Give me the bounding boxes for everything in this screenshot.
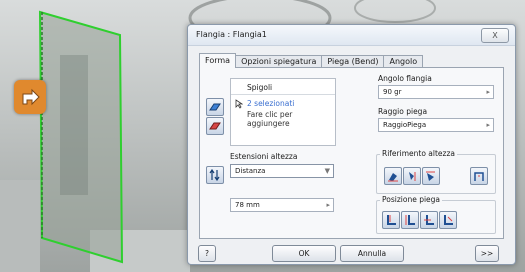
edge-select-button[interactable] (206, 98, 224, 116)
height-extents-select[interactable]: Distanza ▼ (230, 164, 334, 178)
height-value-input[interactable]: 78 mm ▸ (230, 198, 334, 212)
background-part-outline (354, 0, 436, 23)
flange-dialog: Flangia : Flangia1 X Forma Opzioni spieg… (187, 24, 516, 265)
datum-inner-icon (409, 172, 416, 181)
more-options-button[interactable]: >> (475, 245, 499, 262)
pointer-icon (235, 99, 243, 109)
bend-radius-label: Raggio piega (378, 107, 428, 116)
flange-angle-input[interactable]: 90 gr ▸ (378, 85, 494, 99)
edge-select-icon (209, 103, 221, 111)
bend-outside-icon (405, 215, 415, 225)
bend-position-2-button[interactable] (401, 211, 419, 229)
height-datum-label: Riferimento altezza (380, 149, 458, 158)
height-value: 78 mm (235, 201, 260, 209)
edges-selected-count[interactable]: 2 selezionati (247, 99, 294, 108)
dialog-titlebar[interactable]: Flangia : Flangia1 X (188, 25, 515, 46)
close-button[interactable]: X (481, 28, 509, 43)
chevron-right-icon[interactable]: ▸ (326, 199, 330, 211)
bend-radius-input[interactable]: RaggioPiega ▸ (378, 118, 494, 132)
edge-remove-button[interactable] (206, 117, 224, 135)
help-icon: ? (205, 249, 209, 258)
chevron-right-icon[interactable]: ▸ (486, 86, 490, 98)
tab-bar: Forma Opzioni spiegatura Piega (Bend) An… (199, 53, 424, 68)
datum-option-2-button[interactable] (403, 167, 421, 185)
bend-position-1-button[interactable] (382, 211, 400, 229)
flange-angle-label: Angolo flangia (378, 74, 432, 83)
dialog-title: Flangia : Flangia1 (196, 30, 267, 39)
height-extents-value: Distanza (235, 167, 266, 175)
datum-option-3-button[interactable] (422, 167, 440, 185)
tab-forma[interactable]: Forma (199, 53, 237, 68)
flange-shadow (60, 55, 88, 195)
datum-option-1-button[interactable] (384, 167, 402, 185)
edge-remove-icon (209, 122, 221, 130)
direction-arrow-icon[interactable] (14, 80, 46, 114)
chevron-down-icon[interactable]: ▼ (325, 165, 330, 177)
edges-list[interactable]: Spigoli 2 selezionati Fare clic per aggi… (230, 78, 336, 146)
bend-position-4-button[interactable] (439, 211, 457, 229)
height-extents-label: Estensioni altezza (230, 152, 298, 161)
datum-option-4-button[interactable] (470, 167, 488, 185)
datum-outer-icon (388, 173, 398, 182)
cancel-button[interactable]: Annulla (340, 245, 404, 262)
datum-aligned-icon (474, 172, 484, 181)
flip-direction-icon (209, 169, 220, 181)
bend-offset-icon (444, 215, 453, 225)
forma-panel: Spigoli 2 selezionati Fare clic per aggi… (199, 67, 504, 239)
chevron-right-icon[interactable]: ▸ (486, 119, 490, 131)
bend-position-label: Posizione piega (380, 195, 443, 204)
edges-add-hint[interactable]: Fare clic per aggiungere (247, 110, 335, 128)
flip-direction-button[interactable] (206, 166, 224, 184)
bend-tangent-icon (424, 215, 434, 225)
help-button[interactable]: ? (198, 245, 216, 262)
bend-inside-icon (387, 215, 396, 225)
flange-angle-value: 90 gr (383, 88, 402, 96)
bend-position-3-button[interactable] (420, 211, 438, 229)
datum-tangent-icon (426, 171, 435, 181)
base-plate (0, 180, 40, 272)
ok-button[interactable]: OK (272, 245, 336, 262)
edges-list-header: Spigoli (247, 83, 273, 92)
bend-radius-value: RaggioPiega (383, 121, 427, 129)
